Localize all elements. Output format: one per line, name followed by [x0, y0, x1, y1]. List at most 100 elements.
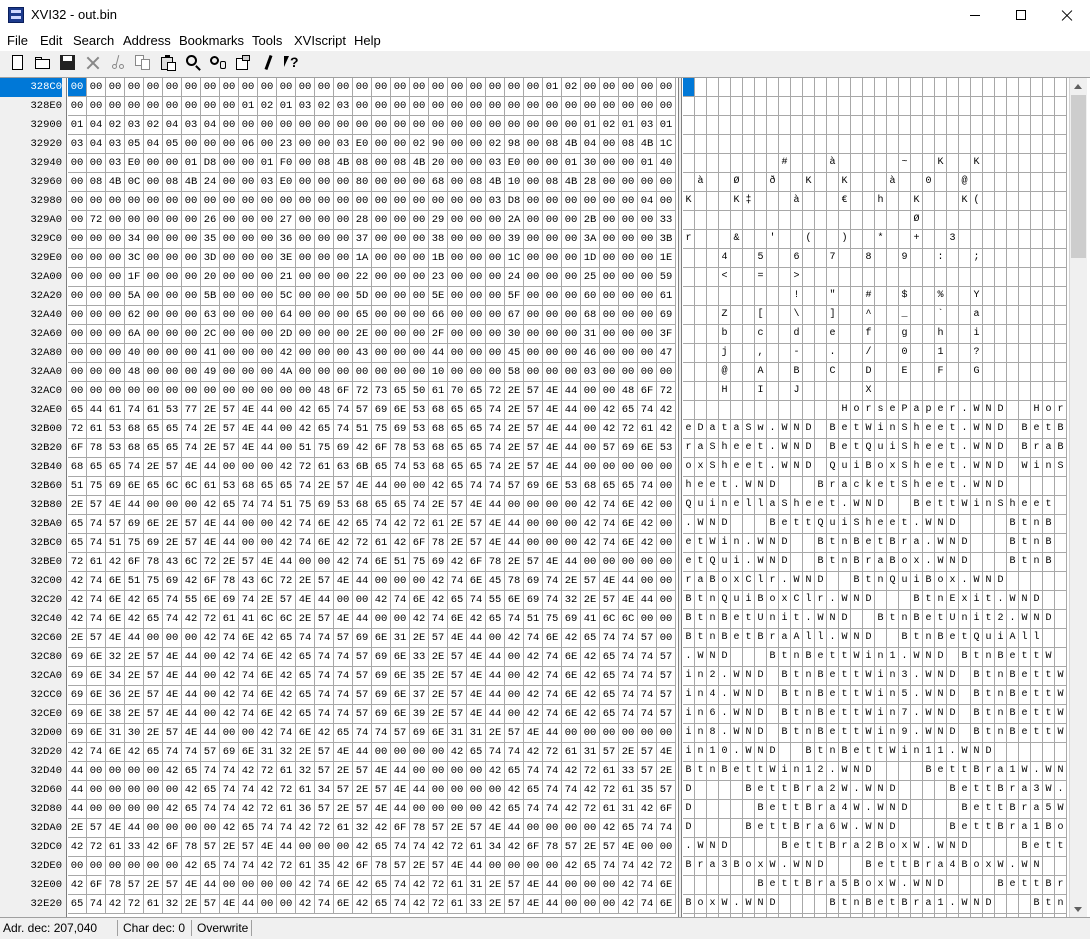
text-cell[interactable]: W [755, 534, 767, 553]
hex-cell[interactable]: 69 [372, 705, 391, 724]
text-cell[interactable]: e [935, 401, 947, 420]
text-cell[interactable]: K [959, 192, 971, 211]
hex-cell[interactable]: 00 [543, 363, 562, 382]
hex-cell[interactable]: 20 [429, 154, 448, 173]
hex-cell[interactable]: 44 [467, 629, 486, 648]
text-cell[interactable] [1043, 211, 1055, 230]
hex-cell[interactable]: 00 [87, 78, 106, 97]
hex-cell[interactable]: 03 [334, 97, 353, 116]
hex-cell[interactable]: 42 [201, 629, 220, 648]
text-cell[interactable]: D [983, 895, 995, 914]
text-cell[interactable]: h [863, 515, 875, 534]
hex-cell[interactable]: 5D [353, 287, 372, 306]
hex-cell[interactable]: 00 [600, 287, 619, 306]
text-cell[interactable]: W [767, 762, 779, 781]
hex-cell[interactable]: 42 [220, 686, 239, 705]
hex-cell[interactable]: 74 [239, 667, 258, 686]
text-cell[interactable] [683, 154, 695, 173]
hex-cell[interactable]: 42 [277, 667, 296, 686]
text-cell[interactable]: D [683, 819, 695, 838]
text-cell[interactable]: 8 [863, 249, 875, 268]
hex-cell[interactable]: 00 [467, 344, 486, 363]
text-cell[interactable]: a [995, 762, 1007, 781]
hex-cell[interactable]: 74 [486, 477, 505, 496]
hex-cell[interactable]: 2E [486, 724, 505, 743]
hex-cell[interactable]: 78 [87, 439, 106, 458]
text-cell[interactable]: t [743, 610, 755, 629]
text-cell[interactable]: D [935, 876, 947, 895]
text-cell[interactable] [791, 401, 803, 420]
hex-cell[interactable]: 65 [505, 800, 524, 819]
hex-cell[interactable]: 44 [239, 895, 258, 914]
hex-cell[interactable]: 6C [600, 610, 619, 629]
hex-cell[interactable]: 57 [87, 819, 106, 838]
text-cell[interactable] [1043, 306, 1055, 325]
text-cell[interactable]: n [707, 762, 719, 781]
hex-cell[interactable]: 65 [524, 781, 543, 800]
text-cell[interactable] [983, 97, 995, 116]
hex-cell[interactable]: 00 [562, 325, 581, 344]
text-cell[interactable]: ( [971, 192, 983, 211]
hex-cell[interactable]: 00 [68, 230, 87, 249]
text-cell[interactable]: E [899, 363, 911, 382]
text-cell[interactable] [791, 743, 803, 762]
hex-cell[interactable]: 44 [182, 667, 201, 686]
hex-cell[interactable]: 42 [163, 762, 182, 781]
text-cell[interactable]: t [827, 648, 839, 667]
hex-cell[interactable]: 44 [619, 572, 638, 591]
hex-cell[interactable]: D8 [505, 192, 524, 211]
hex-cell[interactable]: 00 [581, 724, 600, 743]
hex-cell[interactable]: 00 [220, 192, 239, 211]
text-cell[interactable]: . [743, 534, 755, 553]
hex-cell[interactable]: 6E [334, 895, 353, 914]
hex-cell[interactable]: 65 [391, 382, 410, 401]
hex-cell[interactable]: 42 [562, 629, 581, 648]
hex-cell[interactable]: 4E [543, 401, 562, 420]
text-cell[interactable]: o [683, 458, 695, 477]
text-cell[interactable]: . [911, 686, 923, 705]
hex-cell[interactable]: 00 [258, 895, 277, 914]
hex-cell[interactable]: 00 [372, 192, 391, 211]
hex-cell[interactable]: 00 [543, 819, 562, 838]
text-cell[interactable]: h [911, 458, 923, 477]
hex-cell[interactable]: 74 [277, 724, 296, 743]
hex-cell[interactable]: 00 [638, 211, 657, 230]
hex-cell[interactable]: 4B [410, 154, 429, 173]
hex-cell[interactable]: 00 [163, 325, 182, 344]
hex-cell[interactable]: 65 [448, 401, 467, 420]
hex-cell[interactable]: 00 [315, 211, 334, 230]
text-cell[interactable] [971, 534, 983, 553]
hex-cell[interactable]: 42 [163, 800, 182, 819]
hex-cell[interactable]: 72 [87, 838, 106, 857]
text-cell[interactable]: i [971, 610, 983, 629]
hex-cell[interactable]: 42 [562, 800, 581, 819]
text-cell[interactable]: W [863, 667, 875, 686]
hex-cell[interactable]: 08 [353, 154, 372, 173]
hex-cell[interactable]: 03 [125, 116, 144, 135]
text-cell[interactable]: t [827, 496, 839, 515]
hex-cell[interactable]: 00 [600, 97, 619, 116]
hex-cell[interactable]: 3E [277, 249, 296, 268]
hex-cell[interactable]: 44 [182, 686, 201, 705]
text-cell[interactable] [731, 363, 743, 382]
text-cell[interactable]: B [851, 876, 863, 895]
hex-cell[interactable]: 00 [372, 363, 391, 382]
hex-cell[interactable]: 00 [353, 78, 372, 97]
hex-cell[interactable]: 00 [144, 268, 163, 287]
text-cell[interactable]: t [743, 629, 755, 648]
text-cell[interactable]: à [791, 192, 803, 211]
text-cell[interactable]: t [839, 724, 851, 743]
hex-cell[interactable]: 00 [87, 287, 106, 306]
hex-cell[interactable]: 40 [657, 154, 676, 173]
text-cell[interactable] [995, 344, 1007, 363]
hex-cell[interactable]: 2E [505, 439, 524, 458]
text-cell[interactable] [995, 268, 1007, 287]
text-cell[interactable] [803, 154, 815, 173]
text-cell[interactable]: x [875, 876, 887, 895]
menu-file[interactable]: File [7, 33, 28, 48]
hex-cell[interactable]: 00 [353, 363, 372, 382]
text-cell[interactable] [887, 496, 899, 515]
text-cell[interactable]: 5 [899, 686, 911, 705]
hex-cell[interactable]: 6C [277, 610, 296, 629]
hex-cell[interactable]: 2E [410, 857, 429, 876]
